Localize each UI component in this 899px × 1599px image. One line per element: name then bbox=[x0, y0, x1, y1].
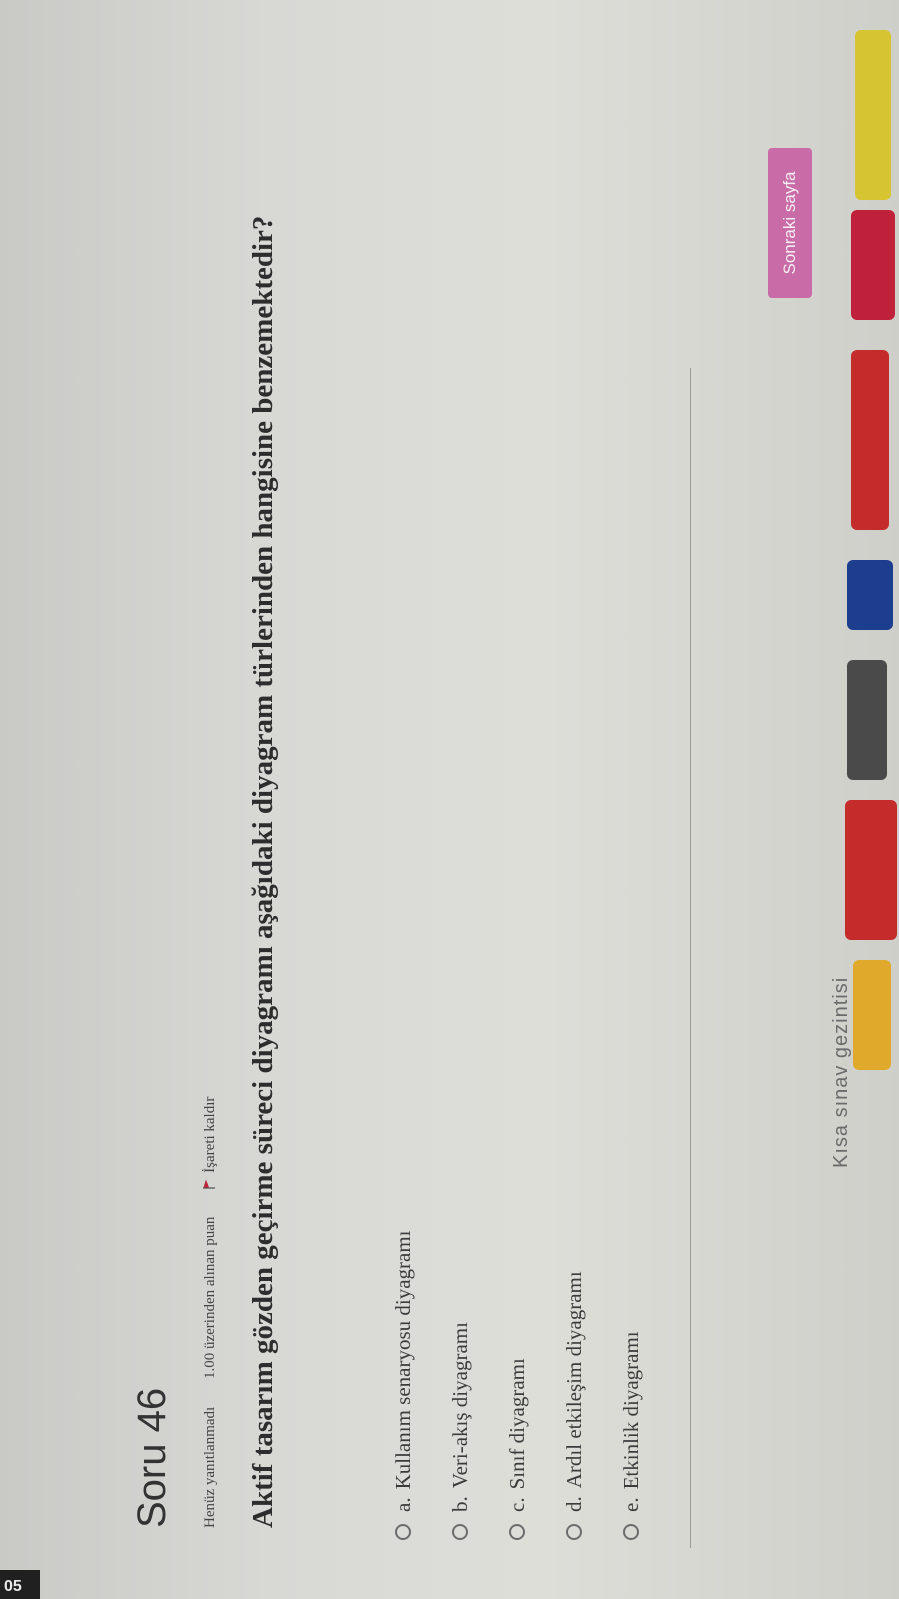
answer-option[interactable]: e. Etkinlik diyagramı bbox=[610, 1230, 652, 1540]
answer-option[interactable]: c. Sınıf diyagramı bbox=[496, 1230, 538, 1540]
quiz-page: Soru 46 Henüz yanıtlanmadı 1.00 üzerinde… bbox=[12, 28, 867, 1588]
answer-text: Kullanım senaryosu diyagramı bbox=[390, 1230, 415, 1490]
answer-option[interactable]: d. Ardıl etkileşim diyagramı bbox=[553, 1230, 595, 1540]
answer-letter: d. bbox=[561, 1496, 586, 1512]
answer-option[interactable]: a. Kullanım senaryosu diyagramı bbox=[382, 1230, 424, 1540]
radio-unchecked-icon[interactable] bbox=[566, 1524, 582, 1540]
radio-unchecked-icon[interactable] bbox=[509, 1524, 525, 1540]
answer-status: Henüz yanıtlanmadı bbox=[202, 1406, 218, 1528]
section-divider bbox=[690, 368, 691, 1548]
answer-options: a. Kullanım senaryosu diyagramı b. Veri-… bbox=[382, 1230, 667, 1540]
question-points: 1.00 üzerinden alınan puan bbox=[202, 1216, 218, 1380]
answer-text: Sınıf diyagramı bbox=[504, 1358, 529, 1490]
taskbar-edge bbox=[0, 1570, 899, 1599]
flag-icon bbox=[203, 1179, 215, 1189]
question-info: Henüz yanıtlanmadı 1.00 üzerinden alınan… bbox=[202, 1049, 219, 1528]
radio-unchecked-icon[interactable] bbox=[395, 1524, 411, 1540]
flag-question-label: İşareti kaldır bbox=[202, 1096, 218, 1173]
next-page-button[interactable]: Sonraki sayfa bbox=[768, 148, 812, 298]
question-text: Aktif tasarım gözden geçirme süreci diya… bbox=[247, 215, 279, 1528]
photo-frame: Soru 46 Henüz yanıtlanmadı 1.00 üzerinde… bbox=[0, 0, 899, 1599]
answer-letter: b. bbox=[447, 1496, 472, 1512]
quiz-navigation-link[interactable]: Kısa sınav gezintisi bbox=[830, 977, 853, 1168]
flag-question-link[interactable]: İşareti kaldır bbox=[202, 1073, 218, 1189]
question-title: Soru 46 bbox=[130, 1387, 174, 1528]
radio-unchecked-icon[interactable] bbox=[452, 1524, 468, 1540]
answer-letter: a. bbox=[390, 1497, 415, 1512]
answer-letter: e. bbox=[618, 1497, 643, 1512]
answer-text: Veri-akış diyagramı bbox=[447, 1322, 472, 1489]
answer-option[interactable]: b. Veri-akış diyagramı bbox=[439, 1230, 481, 1540]
radio-unchecked-icon[interactable] bbox=[623, 1524, 639, 1540]
answer-letter: c. bbox=[504, 1497, 529, 1512]
answer-text: Ardıl etkileşim diyagramı bbox=[561, 1271, 586, 1489]
taskbar-corner-text: 05 bbox=[4, 1578, 22, 1595]
answer-text: Etkinlik diyagramı bbox=[618, 1331, 643, 1490]
